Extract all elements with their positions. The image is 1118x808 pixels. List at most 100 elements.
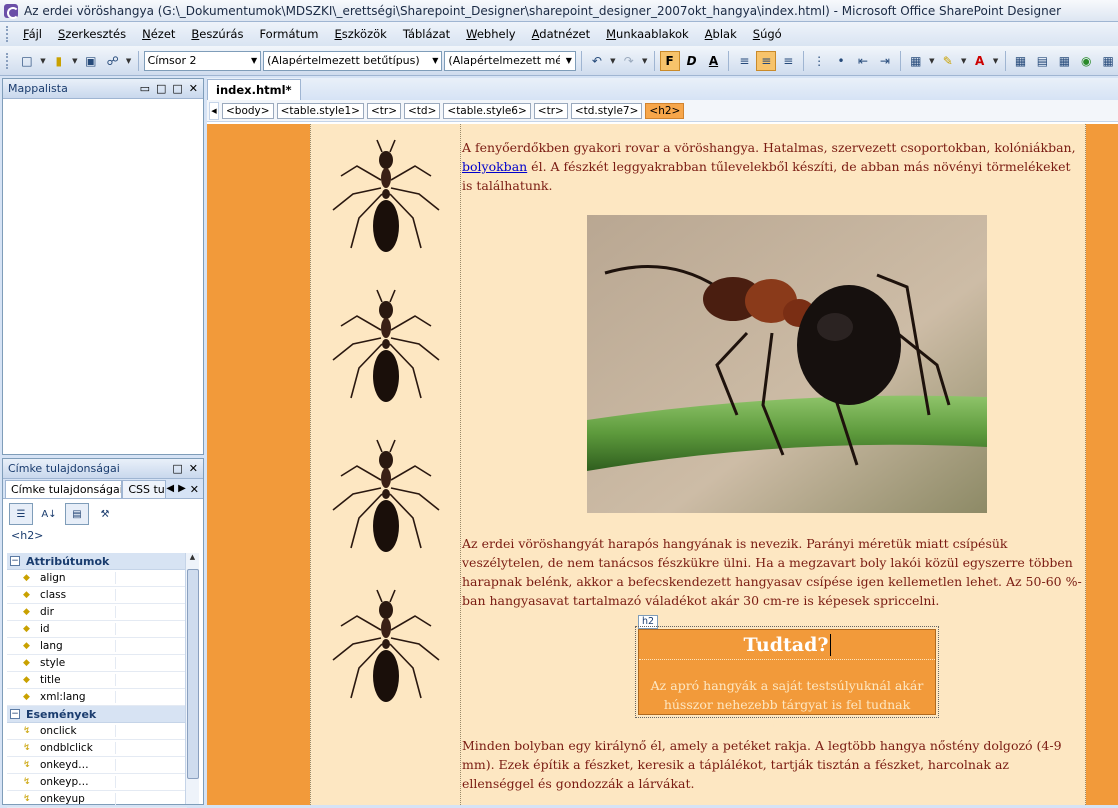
bolyokban-link[interactable]: bolyokban xyxy=(462,159,527,174)
borders-icon[interactable]: ▦ xyxy=(906,51,926,71)
menu-insert[interactable]: Beszúrás xyxy=(183,25,251,43)
close-icon[interactable]: ✕ xyxy=(190,483,199,496)
insert-table-icon[interactable]: ▦ xyxy=(1011,51,1031,71)
bullet-list-icon[interactable]: • xyxy=(831,51,851,71)
menu-tools[interactable]: Eszközök xyxy=(327,25,395,43)
quick-tag-body[interactable]: <body> xyxy=(222,102,274,119)
scrollbar-thumb[interactable] xyxy=(187,569,199,779)
quick-tag-left-icon[interactable]: ◀ xyxy=(209,101,219,120)
tab-index-html[interactable]: index.html* xyxy=(207,79,301,100)
menu-window[interactable]: Ablak xyxy=(697,25,745,43)
menu-site[interactable]: Webhely xyxy=(458,25,523,43)
decrease-indent-icon[interactable]: ⇤ xyxy=(853,51,873,71)
save-icon[interactable]: ▣ xyxy=(81,51,101,71)
categorized-view-icon[interactable]: ☰ xyxy=(9,503,33,525)
increase-indent-icon[interactable]: ⇥ xyxy=(875,51,895,71)
property-row[interactable]: ◆ id xyxy=(7,621,187,638)
collapse-icon[interactable]: − xyxy=(10,709,20,719)
tip-box[interactable]: Tudtad? Az apró hangyák a saját testsúly… xyxy=(635,626,939,731)
show-set-properties-icon[interactable]: ▤ xyxy=(65,503,89,525)
quick-tag-tr[interactable]: <tr> xyxy=(366,102,401,119)
menu-table[interactable]: Táblázat xyxy=(395,25,458,43)
events-category[interactable]: − Események xyxy=(7,706,187,723)
borders-dropdown-arrow[interactable]: ▼ xyxy=(928,51,936,71)
font-color-dropdown-arrow[interactable]: ▼ xyxy=(992,51,1000,71)
menu-data-view[interactable]: Adatnézet xyxy=(524,25,599,43)
event-row[interactable]: ↯ onkeyp… xyxy=(7,774,187,791)
property-row[interactable]: ◆ class xyxy=(7,587,187,604)
menu-format[interactable]: Formátum xyxy=(251,25,326,43)
quick-tag-h2[interactable]: <h2> xyxy=(645,102,685,119)
italic-button[interactable]: D xyxy=(682,51,702,71)
menu-edit[interactable]: Szerkesztés xyxy=(50,25,134,43)
highlight-dropdown-arrow[interactable]: ▼ xyxy=(960,51,968,71)
close-icon[interactable]: ✕ xyxy=(189,462,198,475)
new-page-icon[interactable]: □ xyxy=(17,51,37,71)
property-row[interactable]: ◆ dir xyxy=(7,604,187,621)
event-row[interactable]: ↯ ondblclick xyxy=(7,740,187,757)
style-select[interactable]: Címsor 2 ▼ xyxy=(143,50,262,71)
maximize-icon[interactable]: □ xyxy=(172,82,182,95)
align-right-icon[interactable]: ≡ xyxy=(778,51,798,71)
close-icon[interactable]: ✕ xyxy=(189,82,198,95)
new-dropdown-arrow[interactable]: ▼ xyxy=(39,51,47,71)
tab-css-properties[interactable]: CSS tula xyxy=(122,480,167,498)
open-dropdown-arrow[interactable]: ▼ xyxy=(71,51,79,71)
quick-tag-table-style6[interactable]: <table.style6> xyxy=(443,102,531,119)
preview-dropdown-arrow[interactable]: ▼ xyxy=(125,51,133,71)
property-scrollbar[interactable]: ▲ xyxy=(185,553,199,804)
redo-icon[interactable]: ↷ xyxy=(619,51,639,71)
preview-icon[interactable]: ☍ xyxy=(103,51,123,71)
tab-scroll-right-icon[interactable]: ▶ xyxy=(178,483,186,496)
font-select[interactable]: (Alapértelmezett betűtípus) ▼ xyxy=(263,50,443,71)
menu-help[interactable]: Súgó xyxy=(745,25,790,43)
undo-icon[interactable]: ↶ xyxy=(587,51,607,71)
design-view[interactable]: A fenyőerdőkben gyakori rovar a vöröshan… xyxy=(207,124,1118,805)
property-row[interactable]: ◆ title xyxy=(7,672,187,689)
insert-picture-icon[interactable]: ▦ xyxy=(1054,51,1074,71)
tip-text[interactable]: Az apró hangyák a saját testsúlyuknál ak… xyxy=(639,660,935,733)
more-buttons-icon[interactable]: ▦ xyxy=(1098,51,1118,71)
font-size-select[interactable]: (Alapértelmezett méret)▼ xyxy=(444,50,576,71)
new-folder-icon[interactable]: □ xyxy=(156,82,166,95)
scroll-up-icon[interactable]: ▲ xyxy=(186,553,199,567)
font-color-icon[interactable]: A xyxy=(970,51,990,71)
paragraph-harapos[interactable]: Az erdei vöröshangyát harapós hangyának … xyxy=(462,534,1084,610)
underline-button[interactable]: A xyxy=(704,51,724,71)
property-row[interactable]: ◆ align xyxy=(7,570,187,587)
collapse-icon[interactable]: − xyxy=(10,556,20,566)
event-row[interactable]: ↯ onkeyd… xyxy=(7,757,187,774)
minimize-icon[interactable]: ▭ xyxy=(140,82,150,95)
quick-tag-table-style1[interactable]: <table.style1> xyxy=(276,102,364,119)
hyperlink-icon[interactable]: ◉ xyxy=(1076,51,1096,71)
align-left-icon[interactable]: ≡ xyxy=(734,51,754,71)
property-row[interactable]: ◆ style xyxy=(7,655,187,672)
sort-az-icon[interactable]: A↓ xyxy=(37,503,61,525)
open-folder-icon[interactable]: ▮ xyxy=(49,51,69,71)
highlight-icon[interactable]: ✎ xyxy=(938,51,958,71)
bold-button[interactable]: F xyxy=(659,50,680,71)
page-table[interactable]: A fenyőerdőkben gyakori rovar a vöröshan… xyxy=(310,124,1086,805)
align-center-icon[interactable]: ≡ xyxy=(756,50,777,71)
quick-tag-td[interactable]: <td> xyxy=(404,102,441,119)
paragraph-kiralyno[interactable]: Minden bolyban egy királynő él, amely a … xyxy=(462,736,1084,793)
undo-dropdown-arrow[interactable]: ▼ xyxy=(609,51,617,71)
attributes-category[interactable]: − Attribútumok xyxy=(7,553,187,570)
menu-task-panes[interactable]: Munkaablakok xyxy=(598,25,697,43)
quick-tag-tr[interactable]: <tr> xyxy=(533,102,568,119)
paragraph-intro[interactable]: A fenyőerdőkben gyakori rovar a vöröshan… xyxy=(462,138,1084,195)
numbered-list-icon[interactable]: ⋮ xyxy=(809,51,829,71)
tag-settings-icon[interactable]: ⚒ xyxy=(93,503,117,525)
tab-scroll-left-icon[interactable]: ◀ xyxy=(166,483,174,496)
property-row[interactable]: ◆ xml:lang xyxy=(7,689,187,706)
maximize-icon[interactable]: □ xyxy=(172,462,182,475)
quick-tag-td-style7[interactable]: <td.style7> xyxy=(570,102,643,119)
insert-layer-icon[interactable]: ▤ xyxy=(1032,51,1052,71)
event-row[interactable]: ↯ onclick xyxy=(7,723,187,740)
menu-view[interactable]: Nézet xyxy=(134,25,183,43)
property-row[interactable]: ◆ lang xyxy=(7,638,187,655)
event-row[interactable]: ↯ onkeyup xyxy=(7,791,187,808)
menu-file[interactable]: Fájl xyxy=(15,25,50,43)
tip-heading[interactable]: Tudtad? xyxy=(639,630,935,660)
redo-dropdown-arrow[interactable]: ▼ xyxy=(641,51,649,71)
